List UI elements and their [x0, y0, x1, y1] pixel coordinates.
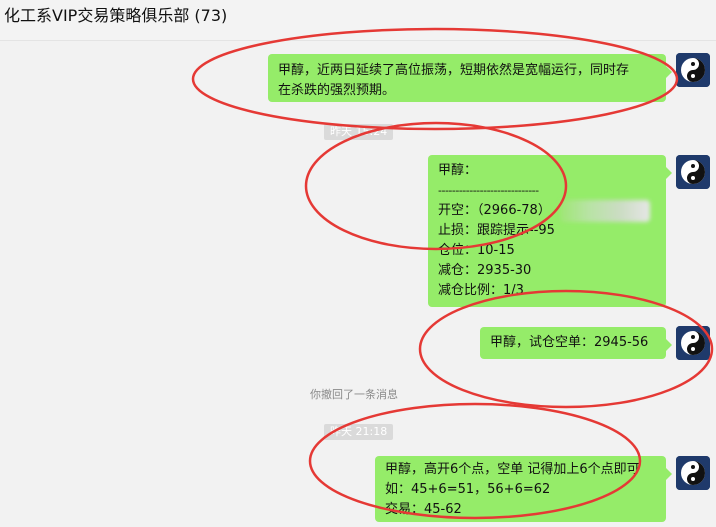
yin-yang-icon [676, 456, 710, 490]
message-bubble[interactable]: 甲醇，近两日延续了高位振荡，短期依然是宽幅运行，同时存 在杀跌的强烈预期。 [268, 54, 672, 102]
message-bubble[interactable]: 甲醇： ----------------------------- 开空：（29… [428, 155, 672, 307]
timestamp: 昨天 15:24 [324, 124, 394, 140]
message-text: 甲醇，高开6个点，空单 记得加上6个点即可 [385, 462, 640, 477]
message-text: 甲醇，近两日延续了高位振荡，短期依然是宽幅运行，同时存 [278, 63, 630, 78]
yin-yang-icon [676, 326, 710, 360]
message-text: 减仓：2935-30 [438, 263, 532, 278]
chat-header: 化工系VIP交易策略俱乐部 (73) [0, 0, 716, 41]
message-text: 如：45+6=51，56+6=62 [385, 482, 551, 497]
avatar[interactable] [676, 326, 710, 360]
avatar[interactable] [676, 155, 710, 189]
chat-title: 化工系VIP交易策略俱乐部 (73) [4, 6, 228, 25]
message-text: 仓位：10-15 [438, 243, 515, 258]
message-text: 甲醇，试仓空单：2945-56 [490, 335, 649, 350]
message-bubble[interactable]: 甲醇，高开6个点，空单 记得加上6个点即可 如：45+6=51，56+6=62 … [375, 456, 672, 522]
avatar[interactable] [676, 53, 710, 87]
message-text: 甲醇： [438, 163, 478, 178]
timestamp: 昨天 21:18 [324, 424, 394, 440]
message-text: 减仓比例：1/3 [438, 283, 524, 298]
yin-yang-icon [676, 53, 710, 87]
yin-yang-icon [676, 155, 710, 189]
message-text: 止损：跟踪提示--95 [438, 223, 555, 238]
message-text: 在杀跌的强烈预期。 [278, 83, 396, 98]
message-bubble[interactable]: 甲醇，试仓空单：2945-56 [480, 327, 672, 359]
redacted-area [560, 200, 650, 222]
avatar[interactable] [676, 456, 710, 490]
message-text: ----------------------------- [438, 184, 539, 197]
message-text: 交易：45-62 [385, 502, 462, 517]
recall-notice: 你撤回了一条消息 [310, 388, 398, 401]
